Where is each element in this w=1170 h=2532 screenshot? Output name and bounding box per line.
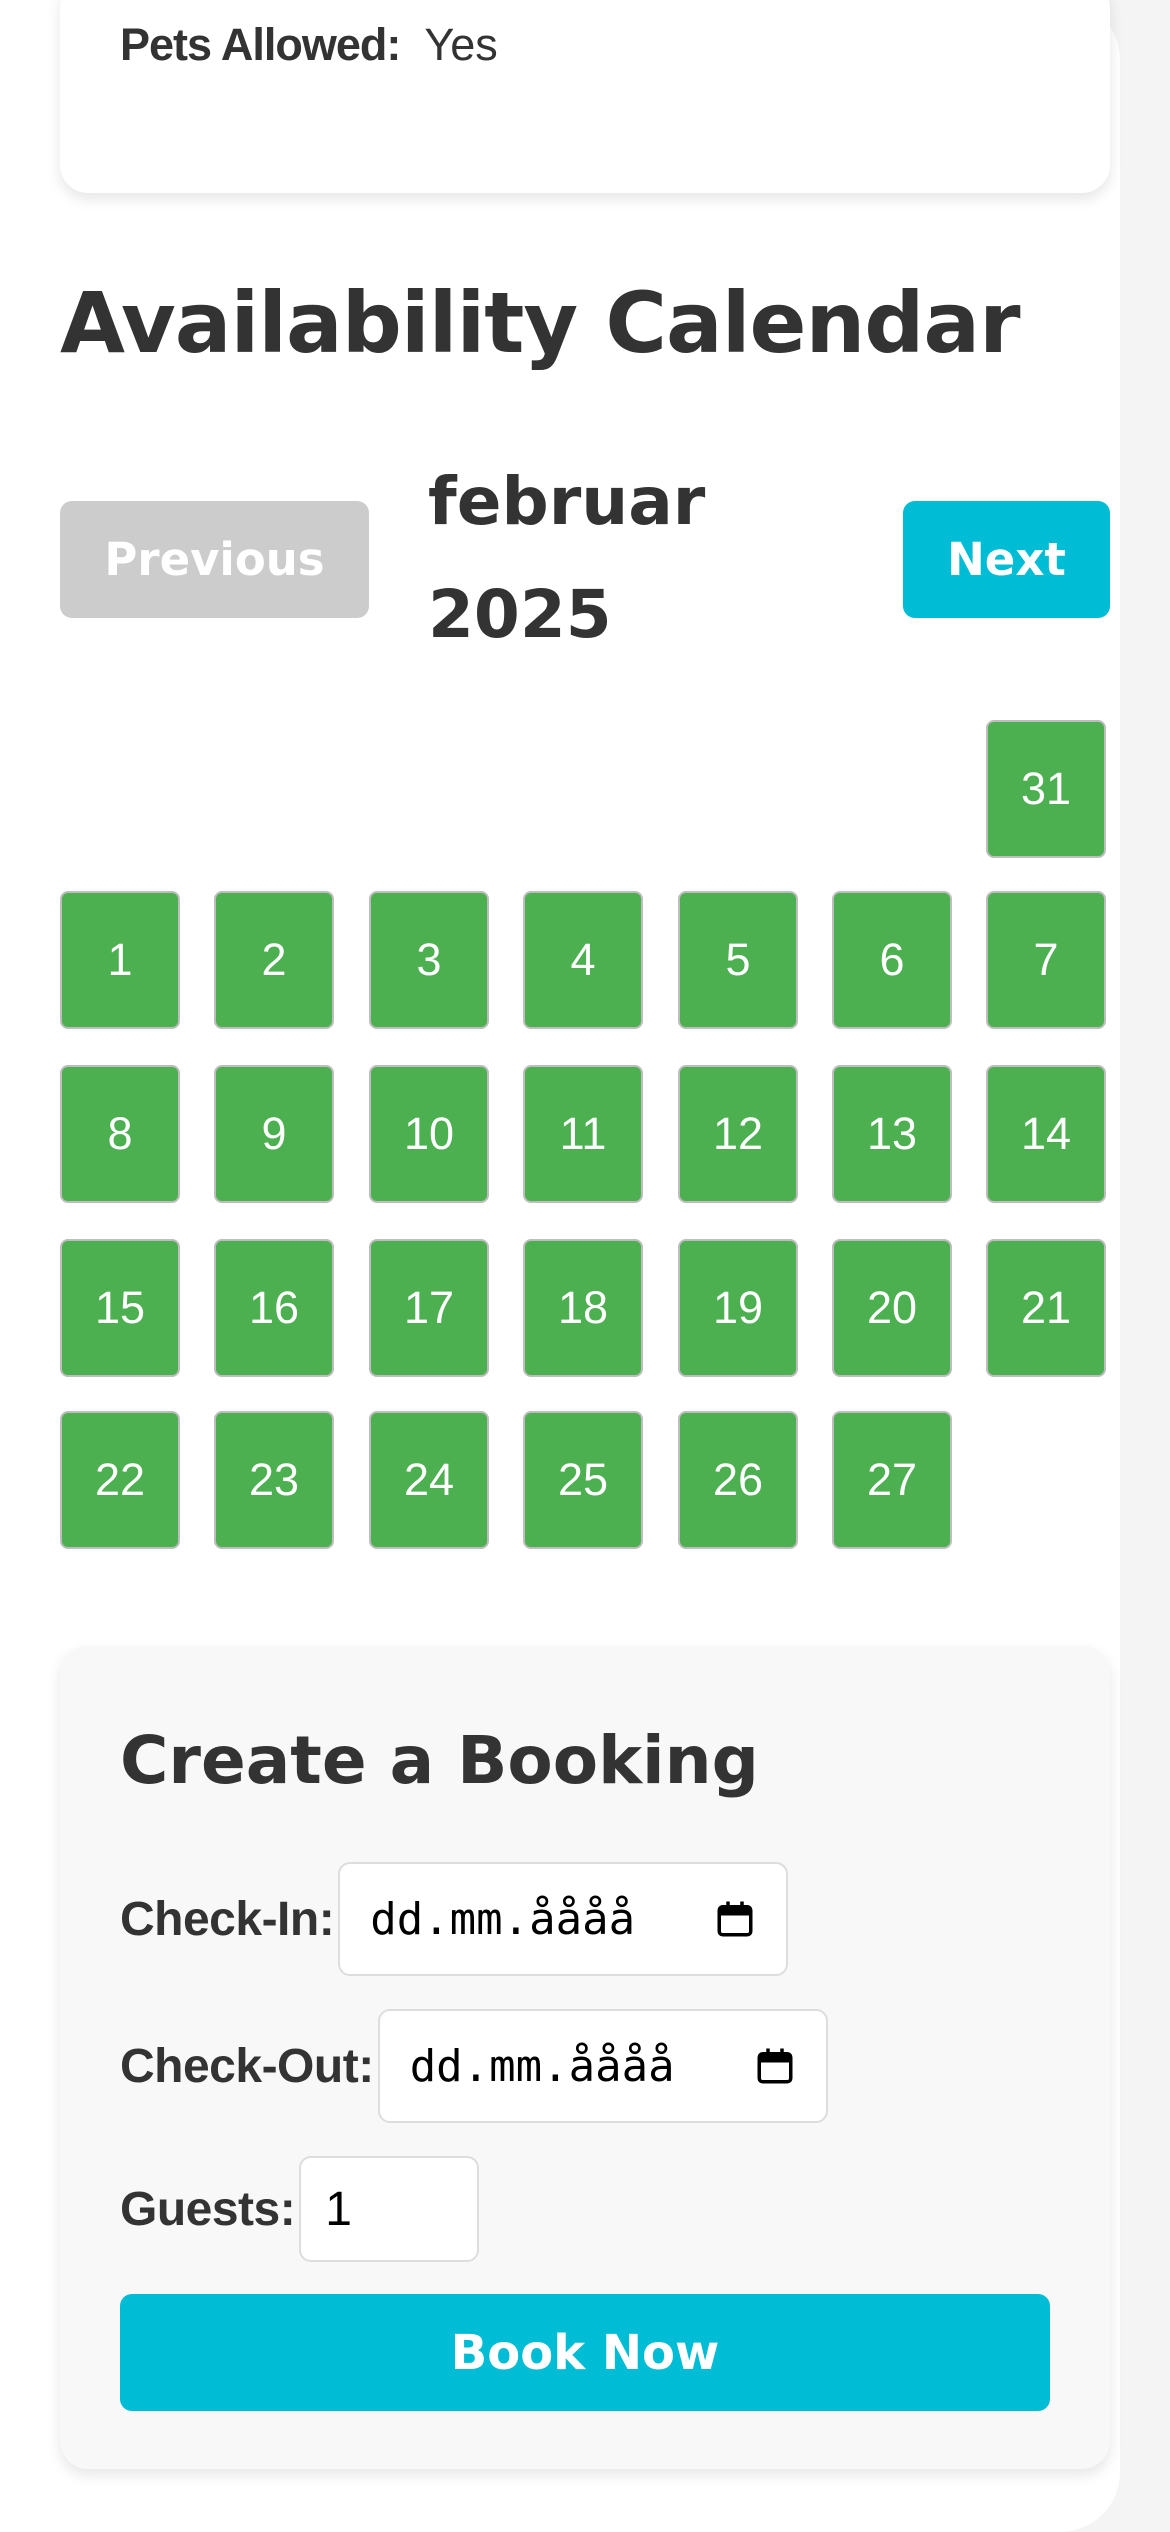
- availability-calendar-title: Availability Calendar: [60, 274, 1021, 372]
- calendar-day[interactable]: 18: [523, 1239, 643, 1377]
- guests-row: Guests: 1: [120, 2156, 480, 2262]
- calendar-day[interactable]: 14: [986, 1065, 1106, 1203]
- booking-form-card: Create a Booking Check-In: dd.mm.åååå Ch…: [60, 1646, 1110, 2469]
- calendar-day[interactable]: 8: [60, 1065, 180, 1203]
- calendar-day[interactable]: 25: [523, 1411, 643, 1549]
- pets-allowed-label: Pets Allowed:: [120, 19, 401, 70]
- checkout-date-input[interactable]: dd.mm.åååå: [377, 2009, 828, 2123]
- booking-form-title: Create a Booking: [120, 1722, 759, 1799]
- calendar-day[interactable]: 22: [60, 1411, 180, 1549]
- checkin-row: Check-In: dd.mm.åååå: [120, 1862, 789, 1976]
- checkout-label: Check-Out:: [120, 2039, 374, 2093]
- calendar-day[interactable]: 23: [214, 1411, 334, 1549]
- checkout-row: Check-Out: dd.mm.åååå: [120, 2009, 828, 2123]
- month-year: 2025: [428, 576, 612, 653]
- calendar-day[interactable]: 27: [832, 1411, 952, 1549]
- guests-input[interactable]: 1: [299, 2156, 480, 2262]
- current-month-label: februar 2025: [428, 445, 728, 671]
- calendar-day[interactable]: 3: [369, 891, 489, 1029]
- checkin-date-input[interactable]: dd.mm.åååå: [338, 1862, 789, 1976]
- calendar-day[interactable]: 2: [214, 891, 334, 1029]
- calendar-day[interactable]: 21: [986, 1239, 1106, 1377]
- previous-month-button[interactable]: Previous: [60, 501, 369, 618]
- calendar-day[interactable]: 15: [60, 1239, 180, 1377]
- calendar-day[interactable]: 31: [986, 720, 1106, 858]
- checkout-placeholder: dd.mm.åååå: [409, 2040, 675, 2092]
- calendar-icon[interactable]: [714, 1898, 756, 1940]
- calendar-day[interactable]: 11: [523, 1065, 643, 1203]
- calendar-day[interactable]: 17: [369, 1239, 489, 1377]
- checkin-placeholder: dd.mm.åååå: [370, 1893, 636, 1945]
- calendar-day[interactable]: 5: [678, 891, 798, 1029]
- calendar-day[interactable]: 12: [678, 1065, 798, 1203]
- calendar-day[interactable]: 6: [832, 891, 952, 1029]
- calendar-day[interactable]: 16: [214, 1239, 334, 1377]
- property-details-card: Pets Allowed: Yes: [60, 0, 1110, 193]
- guests-label: Guests:: [120, 2182, 296, 2236]
- month-name: februar: [428, 463, 706, 540]
- pets-allowed-value: Yes: [424, 19, 498, 70]
- calendar-day[interactable]: 13: [832, 1065, 952, 1203]
- calendar-day[interactable]: 7: [986, 891, 1106, 1029]
- pets-allowed-row: Pets Allowed: Yes: [120, 20, 498, 70]
- calendar-icon[interactable]: [754, 2045, 796, 2087]
- checkin-label: Check-In:: [120, 1892, 335, 1946]
- calendar-day[interactable]: 9: [214, 1065, 334, 1203]
- calendar-day[interactable]: 4: [523, 891, 643, 1029]
- calendar-day[interactable]: 20: [832, 1239, 952, 1377]
- next-month-button[interactable]: Next: [903, 501, 1110, 618]
- book-now-button[interactable]: Book Now: [120, 2294, 1050, 2411]
- calendar-day[interactable]: 1: [60, 891, 180, 1029]
- calendar-day[interactable]: 26: [678, 1411, 798, 1549]
- calendar-day[interactable]: 19: [678, 1239, 798, 1377]
- calendar-day[interactable]: 10: [369, 1065, 489, 1203]
- calendar-day[interactable]: 24: [369, 1411, 489, 1549]
